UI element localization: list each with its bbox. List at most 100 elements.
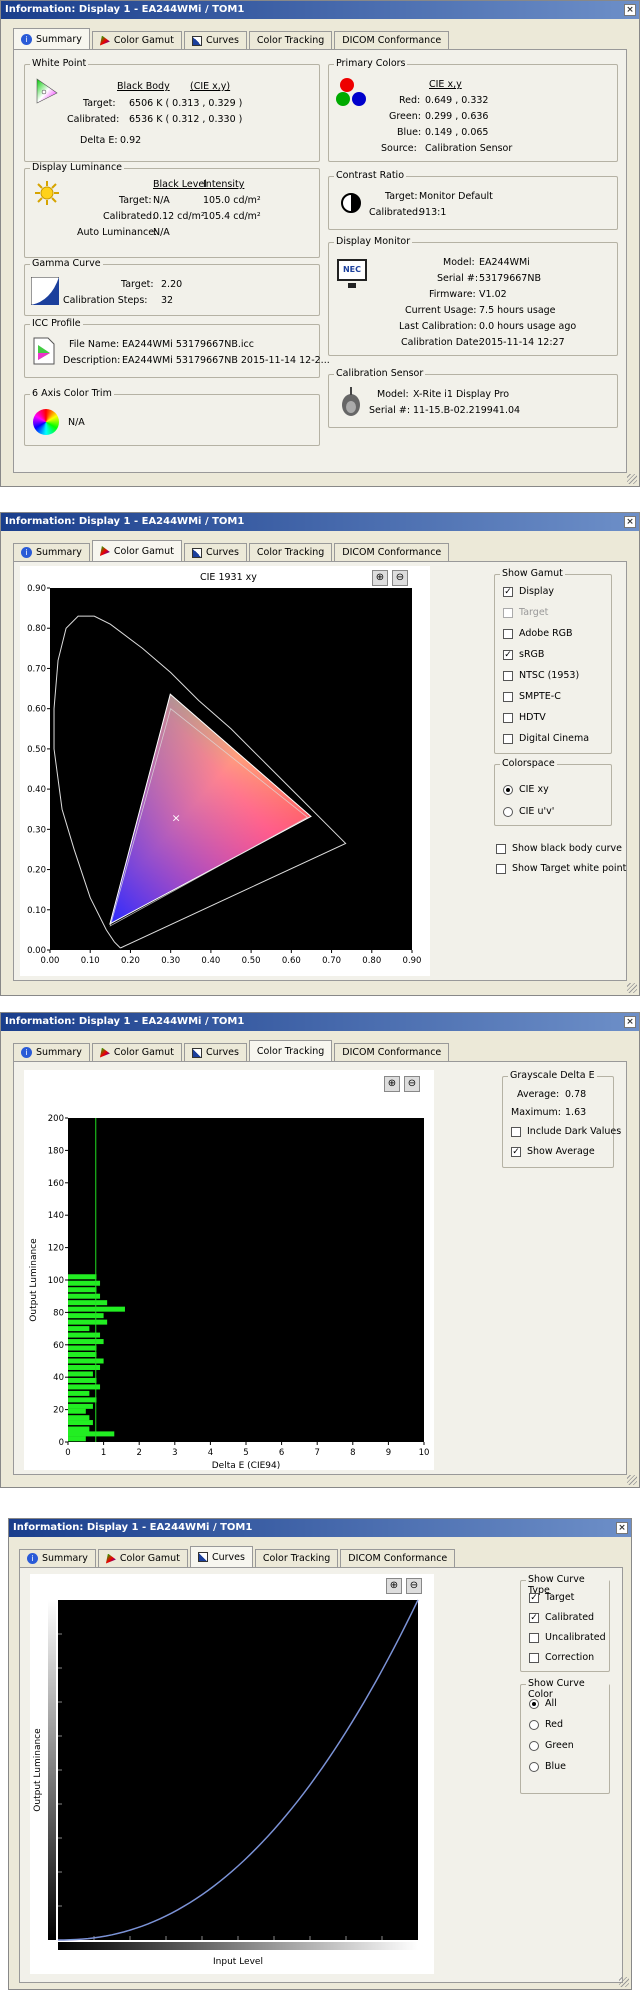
display-monitor-group: Display Monitor NEC Model: EA244WMi Seri… [328,236,618,356]
curve-color-option-radio[interactable] [529,1762,539,1772]
gamut-option-checkbox[interactable] [503,713,513,723]
tab-color-tracking[interactable]: Color Tracking [254,1549,339,1567]
tab-curves[interactable]: Curves [183,543,247,561]
delta-bar [68,1313,104,1319]
tab-label: Curves [205,35,239,46]
tab-curves[interactable]: Curves [189,1546,253,1567]
tab-label: Color Tracking [256,1045,325,1057]
blue-value: 0.149 , 0.065 [425,127,489,138]
contrast-icon [341,193,361,213]
gamut-option-checkbox[interactable] [503,692,513,702]
gamut-option-checkbox[interactable] [503,608,513,618]
tab-color-gamut[interactable]: Color Gamut [91,31,182,49]
close-button[interactable]: × [624,516,636,528]
tab-curves[interactable]: Curves [183,31,247,49]
y-tick-label: 0.90 [27,584,46,594]
gamut-option-checkbox[interactable] [503,629,513,639]
gamut-option-checkbox[interactable]: ✓ [503,587,513,597]
curve-type-option-label: Calibrated [545,1612,595,1623]
red-value: 0.649 , 0.332 [425,95,489,106]
show-average-checkbox[interactable]: ✓ [511,1147,521,1157]
tab-label: Color Tracking [262,1553,331,1564]
tab-summary[interactable]: i Summary [13,1043,90,1061]
tab-color-tracking[interactable]: Color Tracking [248,1040,333,1061]
target-wp-checkbox[interactable] [496,864,506,874]
y-tick-label: 40 [53,1373,64,1383]
tab-label: Color Tracking [256,35,325,46]
monitor-model-label: Model: [443,257,475,268]
tab-curves[interactable]: Curves [183,1043,247,1061]
x-tick-label: 0 [65,1448,70,1458]
contrast-cal-value: 913:1 [419,207,447,218]
last-cal-value: 0.0 hours usage ago [479,321,577,332]
contrast-target-value: Monitor Default [419,191,493,202]
tab-color-gamut[interactable]: Color Gamut [91,540,182,561]
tab-color-tracking[interactable]: Color Tracking [248,31,333,49]
cie-xy-radio[interactable] [503,785,513,795]
close-button[interactable]: × [624,1016,636,1028]
delta-bar [68,1287,97,1293]
tab-summary[interactable]: i Summary [13,28,90,49]
curve-type-option-checkbox[interactable] [529,1653,539,1663]
cie-uv-radio[interactable] [503,807,513,817]
curve-color-option-label: Blue [545,1761,567,1772]
sensor-icon [342,387,360,416]
curve-color-option-radio[interactable] [529,1741,539,1751]
input-gradient-bar [58,1942,418,1950]
tab-dicom[interactable]: DICOM Conformance [334,1043,450,1061]
icc-group: ICC Profile File Name: EA244WMi 53179667… [24,318,330,378]
tab-color-tracking[interactable]: Color Tracking [248,543,333,561]
tab-summary[interactable]: i Summary [13,543,90,561]
tab-dicom[interactable]: DICOM Conformance [334,543,450,561]
x-tick-label: 6 [279,1448,284,1458]
x-tick-label: 0.80 [362,956,381,966]
tab-summary[interactable]: i Summary [19,1549,96,1567]
resize-grip[interactable] [627,474,637,484]
group-title: Calibration Sensor [334,368,426,379]
y-tick-label: 100 [48,1276,64,1286]
nec-logo: NEC [342,265,362,274]
group-title: Gamma Curve [30,258,103,269]
resize-grip[interactable] [627,983,637,993]
group-title: Colorspace [500,758,557,769]
sensor-model-value: X-Rite i1 Display Pro [413,389,510,400]
delta-bar [68,1390,90,1396]
tab-color-gamut[interactable]: Color Gamut [91,1043,182,1061]
include-dark-checkbox[interactable] [511,1127,521,1137]
x-tick-label: 1 [101,1448,106,1458]
x-tick-label: 2 [136,1448,141,1458]
delta-bar [68,1415,90,1421]
close-button[interactable]: × [624,4,636,16]
show-gamut-group: Show Gamut ✓ Display Target Adobe RGB ✓ sRGB N… [494,568,612,754]
gamut-option-checkbox[interactable]: ✓ [503,650,513,660]
gamut-option-checkbox[interactable] [503,671,513,681]
delta-bar [68,1293,101,1299]
black-body-checkbox[interactable] [496,844,506,854]
green-label: Green: [389,111,421,122]
lum-target-intensity: 105.0 cd/m² [203,195,261,206]
icc-file-label: File Name: [69,339,120,350]
blue-label: Blue: [397,127,422,138]
delta-bar [68,1420,93,1426]
resize-grip[interactable] [627,1475,637,1485]
curve-type-option-checkbox[interactable] [529,1633,539,1643]
curve-color-option-radio[interactable] [529,1699,539,1709]
tracking-chart-area: ⊕ ⊖ 0 1 2 3 4 5 6 7 8 9 10 0 20 40 60 80 100 120 140 160 180… [24,1070,434,1470]
curve-color-option-label: Red [545,1719,564,1730]
tab-label: Color Gamut [113,1047,174,1058]
monitor-serial-value: 53179667NB [479,273,541,284]
close-button[interactable]: × [616,1522,628,1534]
gamma-curve-icon [31,277,59,305]
curve-type-option-checkbox[interactable]: ✓ [529,1613,539,1623]
y-tick-label: 0.80 [27,624,46,634]
tab-color-gamut[interactable]: Color Gamut [97,1549,188,1567]
tab-label: Color Gamut [119,1553,180,1564]
curve-type-option-checkbox[interactable]: ✓ [529,1593,539,1603]
resize-grip[interactable] [619,1977,629,1987]
window-title-text: Information: Display 1 - EA244WMi / TOM1 [5,1016,245,1027]
tab-dicom[interactable]: DICOM Conformance [340,1549,456,1567]
curve-color-option-radio[interactable] [529,1720,539,1730]
tab-dicom[interactable]: DICOM Conformance [334,31,450,49]
gamut-option-checkbox[interactable] [503,734,513,744]
luminance-group: Display Luminance Black Level Intensity … [24,162,320,258]
